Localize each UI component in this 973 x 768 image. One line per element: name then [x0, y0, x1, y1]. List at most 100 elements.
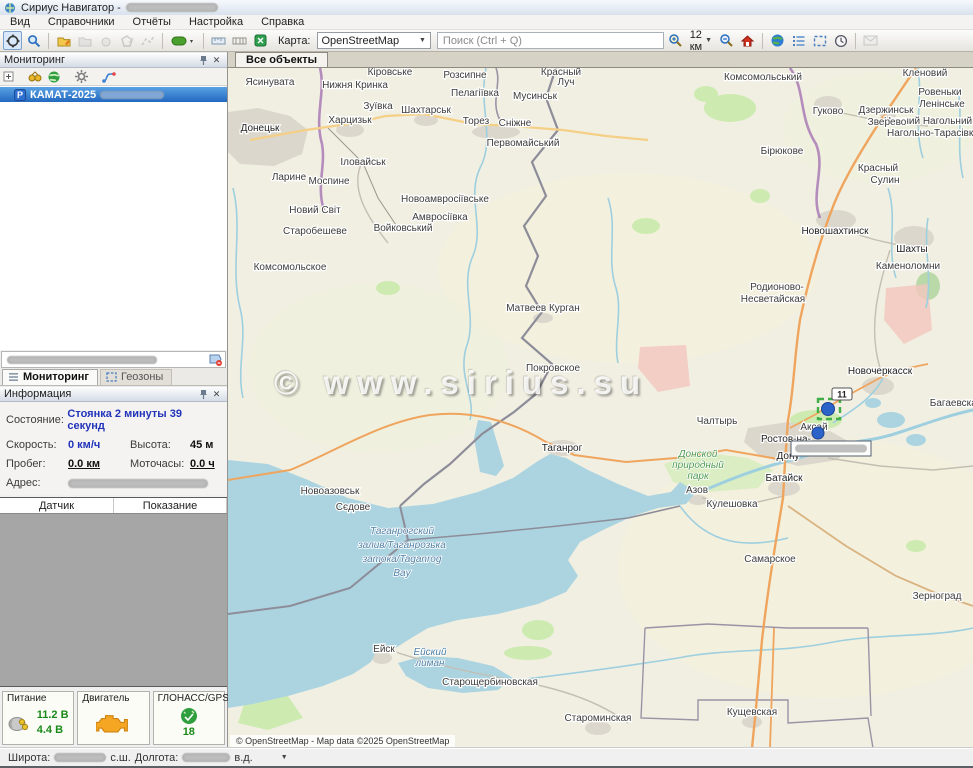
- close-icon: ✕: [213, 389, 221, 400]
- address-search-icon[interactable]: [208, 353, 223, 367]
- main-split: Мониторинг ✕ P КАМАТ-20: [0, 52, 973, 748]
- ruler-area-button[interactable]: [230, 31, 249, 50]
- map-canvas[interactable]: ЯсинуватаНижня КринкаКіровськеРозсипнеПе…: [228, 68, 973, 748]
- map-label: Кущевская: [727, 707, 777, 718]
- address-search-redacted: [7, 356, 157, 364]
- sensors-col-value: Показание: [114, 498, 227, 513]
- envelope-icon: [863, 35, 878, 46]
- map-label: Старобешеве: [283, 225, 347, 237]
- zoom-tool-button[interactable]: [24, 31, 43, 50]
- map-label: Ларине: [272, 172, 307, 183]
- toolbar-separator: [855, 33, 856, 49]
- zoom-out-button[interactable]: [717, 31, 736, 50]
- map-label: Донецьк: [241, 123, 280, 134]
- map-label: Таганрогский: [370, 526, 435, 537]
- vehicle-map-label[interactable]: [791, 441, 871, 456]
- clock-icon: [834, 34, 848, 48]
- menu-item-help[interactable]: Справка: [261, 16, 304, 28]
- binoculars-search-icon[interactable]: [28, 71, 42, 83]
- map-label: Новоазовськ: [301, 486, 360, 497]
- map-label: Красный: [858, 163, 898, 174]
- monitoring-tab-icon: [8, 372, 19, 382]
- track-color-button[interactable]: [168, 31, 198, 50]
- map-label: Шахтарськ: [401, 105, 451, 116]
- ruler2-icon: [232, 35, 247, 47]
- close-panel-button[interactable]: ✕: [210, 54, 223, 67]
- select-region-button[interactable]: [810, 31, 829, 50]
- sensors-table: Датчик Показание: [0, 497, 227, 687]
- info-fields: Состояние: Стоянка 2 минуты 39 секунд Ск…: [0, 402, 227, 495]
- app-window: Сириус Навигатор - Вид Справочники Отчёт…: [0, 0, 973, 768]
- show-on-map-icon[interactable]: [47, 70, 61, 84]
- polygon-zone-button[interactable]: [117, 31, 136, 50]
- toolbar-separator: [162, 33, 163, 49]
- map-label: Нижня Кринка: [322, 80, 388, 91]
- expand-all-icon[interactable]: [3, 71, 14, 82]
- object-list-button[interactable]: [789, 31, 808, 50]
- objects-tree: P КАМАТ-2025: [0, 86, 227, 350]
- title-bar: Сириус Навигатор -: [0, 0, 973, 15]
- state-value: Стоянка 2 минуты 39 секунд: [67, 408, 221, 432]
- map-label: Розсипне: [443, 70, 487, 81]
- close-panel-button[interactable]: ✕: [210, 388, 223, 401]
- map-label: Луч: [558, 77, 575, 88]
- speed-value: 0 км/ч: [68, 439, 130, 451]
- pin-panel-button[interactable]: [197, 388, 210, 401]
- status-bar: Широта: с.ш. Долгота: в.д. ▼: [0, 748, 973, 766]
- tab-geozones[interactable]: Геозоны: [100, 369, 172, 385]
- map-label: Новошахтинск: [801, 226, 869, 237]
- messages-button[interactable]: [861, 31, 880, 50]
- map-tab-all-objects[interactable]: Все объекты: [235, 52, 328, 67]
- zoom-in-button[interactable]: [666, 31, 685, 50]
- edit-geozone-button[interactable]: [54, 31, 73, 50]
- zoom-level-value: 12 км: [690, 29, 702, 53]
- map-label: Дзержинськ: [858, 105, 914, 116]
- menu-item-view[interactable]: Вид: [10, 16, 30, 28]
- menu-item-settings[interactable]: Настройка: [189, 16, 243, 28]
- new-folder-button[interactable]: [75, 31, 94, 50]
- history-button[interactable]: [831, 31, 850, 50]
- power-value-battery: 4.4 В: [37, 723, 69, 738]
- search-input[interactable]: [437, 32, 664, 49]
- gear-icon[interactable]: [75, 70, 88, 83]
- menu-item-directories[interactable]: Справочники: [48, 16, 115, 28]
- tab-monitoring-label: Мониторинг: [23, 371, 89, 383]
- map-tab-label: Все объекты: [246, 54, 317, 66]
- map-tab-strip: Все объекты: [228, 52, 973, 68]
- toolbar: Карта: OpenStreetMap ▼ 12 км ▼: [0, 30, 973, 52]
- follow-object-button[interactable]: [3, 31, 22, 50]
- tree-item-vehicle[interactable]: P КАМАТ-2025: [0, 87, 227, 102]
- vehicle-marker-selected[interactable]: [822, 403, 835, 416]
- latitude-label: Широта:: [8, 752, 50, 764]
- map-label: Зерноград: [913, 591, 962, 602]
- hours-value[interactable]: 0.0 ч: [190, 458, 215, 470]
- chevron-down-icon[interactable]: ▼: [281, 754, 288, 761]
- map-label: Торез: [463, 116, 490, 127]
- sensors-table-header: Датчик Показание: [0, 498, 227, 514]
- color-capsule-icon: [171, 35, 195, 47]
- tab-monitoring[interactable]: Мониторинг: [2, 369, 98, 385]
- selection-rect-icon: [813, 35, 827, 47]
- zoom-level-dropdown[interactable]: 12 км ▼: [687, 29, 715, 53]
- ruler-distance-button[interactable]: [209, 31, 228, 50]
- polyline-zone-button[interactable]: [138, 31, 157, 50]
- pin-panel-button[interactable]: [197, 54, 210, 67]
- map-label: Ейский: [413, 647, 447, 658]
- menu-item-reports[interactable]: Отчёты: [133, 16, 171, 28]
- power-value-main: 11.2 В: [37, 708, 69, 723]
- address-search-field[interactable]: [1, 351, 226, 368]
- track-route-icon[interactable]: [102, 70, 116, 83]
- vehicle-marker[interactable]: [812, 427, 824, 439]
- map-label: природный: [672, 460, 724, 471]
- circle-zone-button[interactable]: [96, 31, 115, 50]
- home-position-button[interactable]: [738, 31, 757, 50]
- engine-icon: [96, 711, 130, 735]
- status-boxes: Питание 11.2 В 4.4 В Двигатель: [0, 687, 227, 748]
- power-plug-icon: [8, 713, 32, 733]
- show-all-map-button[interactable]: [768, 31, 787, 50]
- latitude-value-redacted: [54, 753, 106, 762]
- export-button[interactable]: [251, 31, 270, 50]
- map-provider-select[interactable]: OpenStreetMap ▼: [317, 32, 431, 49]
- longitude-value-redacted: [182, 753, 230, 762]
- mileage-value[interactable]: 0.0 км: [68, 458, 130, 470]
